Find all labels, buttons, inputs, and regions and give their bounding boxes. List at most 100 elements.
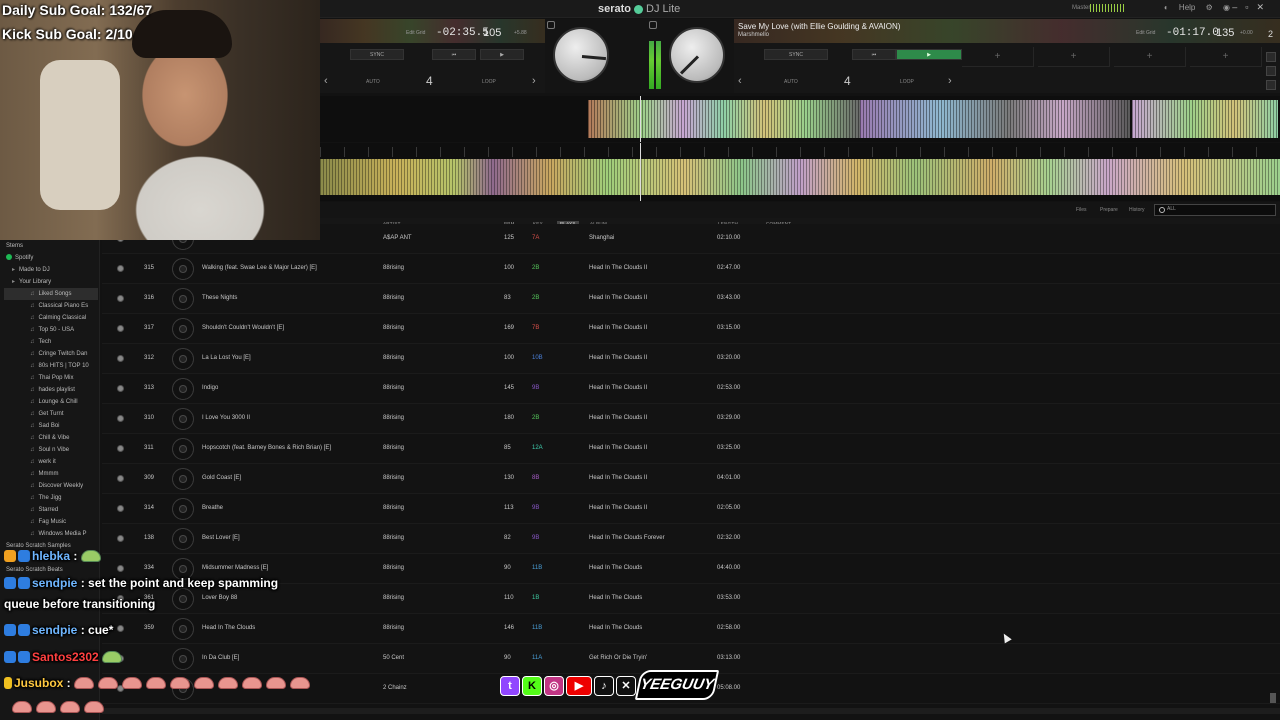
close-icon[interactable]: ✕ [1256,2,1272,12]
track-row[interactable]: 311 Hopscotch (feat. Barney Bones & Rich … [102,434,1280,464]
search-scope[interactable]: ALL [1167,206,1176,212]
deck-b-play-button[interactable]: ▶ [896,49,962,60]
sidebar-item[interactable]: ♫ Fag Music [4,516,98,528]
deck-a-loop-size[interactable]: 4 [426,74,433,88]
track-row[interactable]: 316 These Nights 88rising 83 2B Head In The C… [102,284,1280,314]
sidebar-item[interactable]: ♫ Classical Piano Es [4,300,98,312]
sidebar-item-label: Fag Music [38,519,67,525]
sidebar-item-label: Lounge & Chill [38,399,78,405]
deck-b-jog-wheel[interactable] [669,27,725,83]
deck-b-auto[interactable]: AUTO [784,79,798,85]
sidebar-item[interactable]: Spotify [0,252,98,264]
sidebar-item[interactable]: ♫ Soul n Vibe [4,444,98,456]
track-row[interactable]: 313 Indigo 88rising 145 9B Head In The Clouds… [102,374,1280,404]
tab-history[interactable]: History [1129,207,1145,213]
panel-toggle-1[interactable] [1266,52,1276,62]
panel-toggle-3[interactable] [1266,80,1276,90]
deck-a-waveform[interactable] [588,100,860,138]
deck-a-jog-wheel[interactable] [553,27,609,83]
deck-b-sync-button[interactable]: SYNC [764,49,828,60]
track-row[interactable]: 309 Gold Coast [E] 88rising 130 8B Head In Th… [102,464,1280,494]
deck-a-sync-button[interactable]: SYNC [350,49,404,60]
deck-a-loop-prev-icon[interactable]: ‹ [324,75,328,87]
deck-a-auto[interactable]: AUTO [366,79,380,85]
tab-prepare[interactable]: Prepare [1100,207,1118,213]
sidebar-item[interactable]: ♫ werk it [4,456,98,468]
sidebar-item[interactable]: ♫ Sad Boi [4,420,98,432]
sidebar-item[interactable]: ♫ Cringe Twitch Dan [4,348,98,360]
deck-b-loop-prev-icon[interactable]: ‹ [738,75,742,87]
track-key: 2B [532,295,540,301]
track-row[interactable]: 317 Shouldn't Couldn't Wouldn't [E] 88risi… [102,314,1280,344]
deck-b-loop-next-icon[interactable]: › [948,75,952,87]
deck-a-play-button[interactable]: ▶ [480,49,524,60]
album-art-icon [172,528,194,550]
deck-b-loop[interactable]: LOOP [900,79,914,85]
deck-a-eject-icon[interactable] [547,21,555,29]
track-row[interactable]: 312 La La Lost You [E] 88rising 100 10B Head … [102,344,1280,374]
track-row[interactable]: 314 Breathe 88rising 113 9B Head In The Cloud… [102,494,1280,524]
deck-b-loop-size[interactable]: 4 [844,74,851,88]
waveform-overview[interactable] [320,96,1280,142]
deck-a-edit-grid[interactable]: Edit Grid [406,30,425,36]
track-row[interactable]: 334 Midsummer Madness [E] 88rising 90 11B Hea… [102,554,1280,584]
deck-a-loop[interactable]: LOOP [482,79,496,85]
deck-b-cue-button[interactable]: ⏮ [852,49,896,60]
sidebar-item[interactable]: Serato Scratch Beats [0,564,98,576]
vertical-scrollbar[interactable] [1270,693,1276,703]
sidebar-item[interactable]: ♫ Tech [4,336,98,348]
deck-b-waveform-left[interactable] [860,100,1130,138]
deck-b-edit-grid[interactable]: Edit Grid [1136,30,1155,36]
sidebar-item[interactable]: ▸ Made to DJ [0,264,98,276]
hotcue-pad[interactable]: + [962,47,1034,67]
sidebar-item[interactable]: ♫ Liked Songs [4,288,98,300]
sidebar-item[interactable]: ♫ 80s HITS | TOP 10 [4,360,98,372]
sidebar-item-label: Top 50 - USA [38,327,75,333]
gear-icon[interactable]: ⚙ [1206,3,1213,12]
tab-files[interactable]: Files [1076,207,1087,213]
panel-toggle-2[interactable] [1266,66,1276,76]
sidebar-item[interactable]: ♫ Windows Media P [4,528,98,540]
sidebar-item[interactable]: ♫ Top 50 - USA [4,324,98,336]
sidebar-item[interactable]: Stems [0,240,98,252]
sidebar-item[interactable]: ♫ The Jigg [4,492,98,504]
track-length: 02:53.00 [717,385,741,391]
hotcue-pad[interactable]: + [1190,47,1262,67]
track-row[interactable]: 315 Walking (feat. Swae Lee & Major Lazer… [102,254,1280,284]
sidebar-item[interactable]: ♫ Chill & Vibe [4,432,98,444]
track-row[interactable]: 138 Best Lover [E] 88rising 82 9B Head In The… [102,524,1280,554]
minimize-icon[interactable]: – [1232,2,1245,12]
sidebar-item[interactable]: ♫ Lounge & Chill [4,396,98,408]
track-row[interactable]: 361 Lover Boy 88 88rising 110 1B Head In The … [102,584,1280,614]
track-artist: 88rising [383,565,405,571]
sidebar-item[interactable]: ♫ Starred [4,504,98,516]
track-bpm: 90 [504,655,511,661]
deck-a-mini-waveform[interactable] [320,19,545,43]
deck-a-loop-next-icon[interactable]: › [532,75,536,87]
track-row[interactable]: 359 Head In The Clouds 88rising 146 11B Head … [102,614,1280,644]
midi-icon[interactable]: ◐ [1164,3,1169,12]
sidebar-item[interactable]: ♫ Get Turnt [4,408,98,420]
hotcue-pad[interactable]: + [1038,47,1110,67]
sidebar-item[interactable]: ♫ Mmmm [4,468,98,480]
track-overview-waveform[interactable] [320,143,1280,201]
beat-grid [320,147,1280,157]
sidebar-item[interactable]: ♫ Calming Classical [4,312,98,324]
track-artist: A$AP ANT [383,235,412,241]
sidebar-item[interactable]: ♫ Thai Pop Mix [4,372,98,384]
search-field[interactable]: ALL [1154,204,1276,216]
deck-b-eject-icon[interactable] [649,21,657,29]
deck-b-waveform-right[interactable] [1132,100,1278,138]
track-row[interactable]: 310 I Love You 3000 II 88rising 180 2B Head I… [102,404,1280,434]
help-menu[interactable]: Help [1179,3,1195,12]
maximize-icon[interactable]: ▫ [1245,2,1256,12]
user-icon[interactable]: ◉ [1223,3,1230,12]
sidebar-item[interactable]: ♫ hades playlist [4,384,98,396]
sidebar-item[interactable]: ▸ Your Library [0,276,98,288]
horizontal-scrollbar[interactable] [102,708,1280,714]
sidebar-item[interactable]: ♫ Discover Weekly [4,480,98,492]
deck-a-cue-button[interactable]: ⏮ [432,49,476,60]
full-track-waveform[interactable] [320,159,1280,195]
search-icon [1159,207,1165,213]
hotcue-pad[interactable]: + [1114,47,1186,67]
